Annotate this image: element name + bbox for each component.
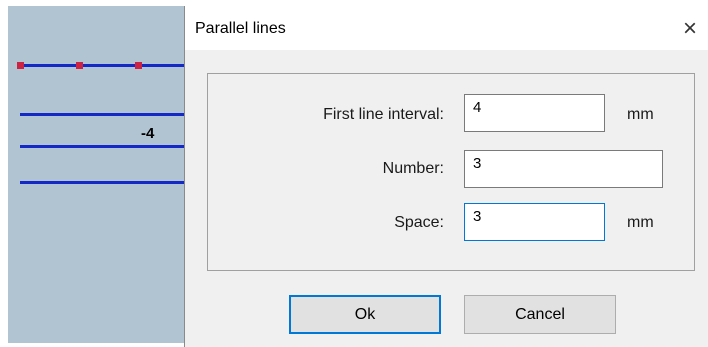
cancel-button[interactable]: Cancel [464, 295, 616, 334]
number-label: Number: [382, 160, 444, 177]
vertex-marker[interactable] [17, 62, 24, 69]
space-input[interactable] [464, 203, 605, 241]
first-line-interval-unit: mm [627, 106, 654, 123]
dimension-label: -4 [141, 125, 155, 142]
vertex-marker[interactable] [76, 62, 83, 69]
parallel-line[interactable] [20, 181, 190, 184]
parallel-lines-dialog: Parallel lines × First line interval: mm… [184, 6, 708, 347]
first-line-interval-input[interactable] [464, 94, 605, 132]
dialog-titlebar[interactable]: Parallel lines × [185, 6, 708, 50]
drawing-canvas[interactable]: -4 [8, 6, 190, 343]
number-input[interactable] [464, 150, 663, 188]
dialog-title: Parallel lines [195, 20, 286, 37]
close-icon[interactable]: × [671, 12, 708, 46]
space-label: Space: [394, 214, 444, 231]
parallel-line[interactable] [20, 145, 190, 148]
parallel-line[interactable] [20, 113, 190, 116]
space-unit: mm [627, 214, 654, 231]
first-line-interval-label: First line interval: [323, 106, 444, 123]
ok-button[interactable]: Ok [289, 295, 441, 334]
vertex-marker[interactable] [135, 62, 142, 69]
selected-line[interactable] [20, 64, 190, 67]
